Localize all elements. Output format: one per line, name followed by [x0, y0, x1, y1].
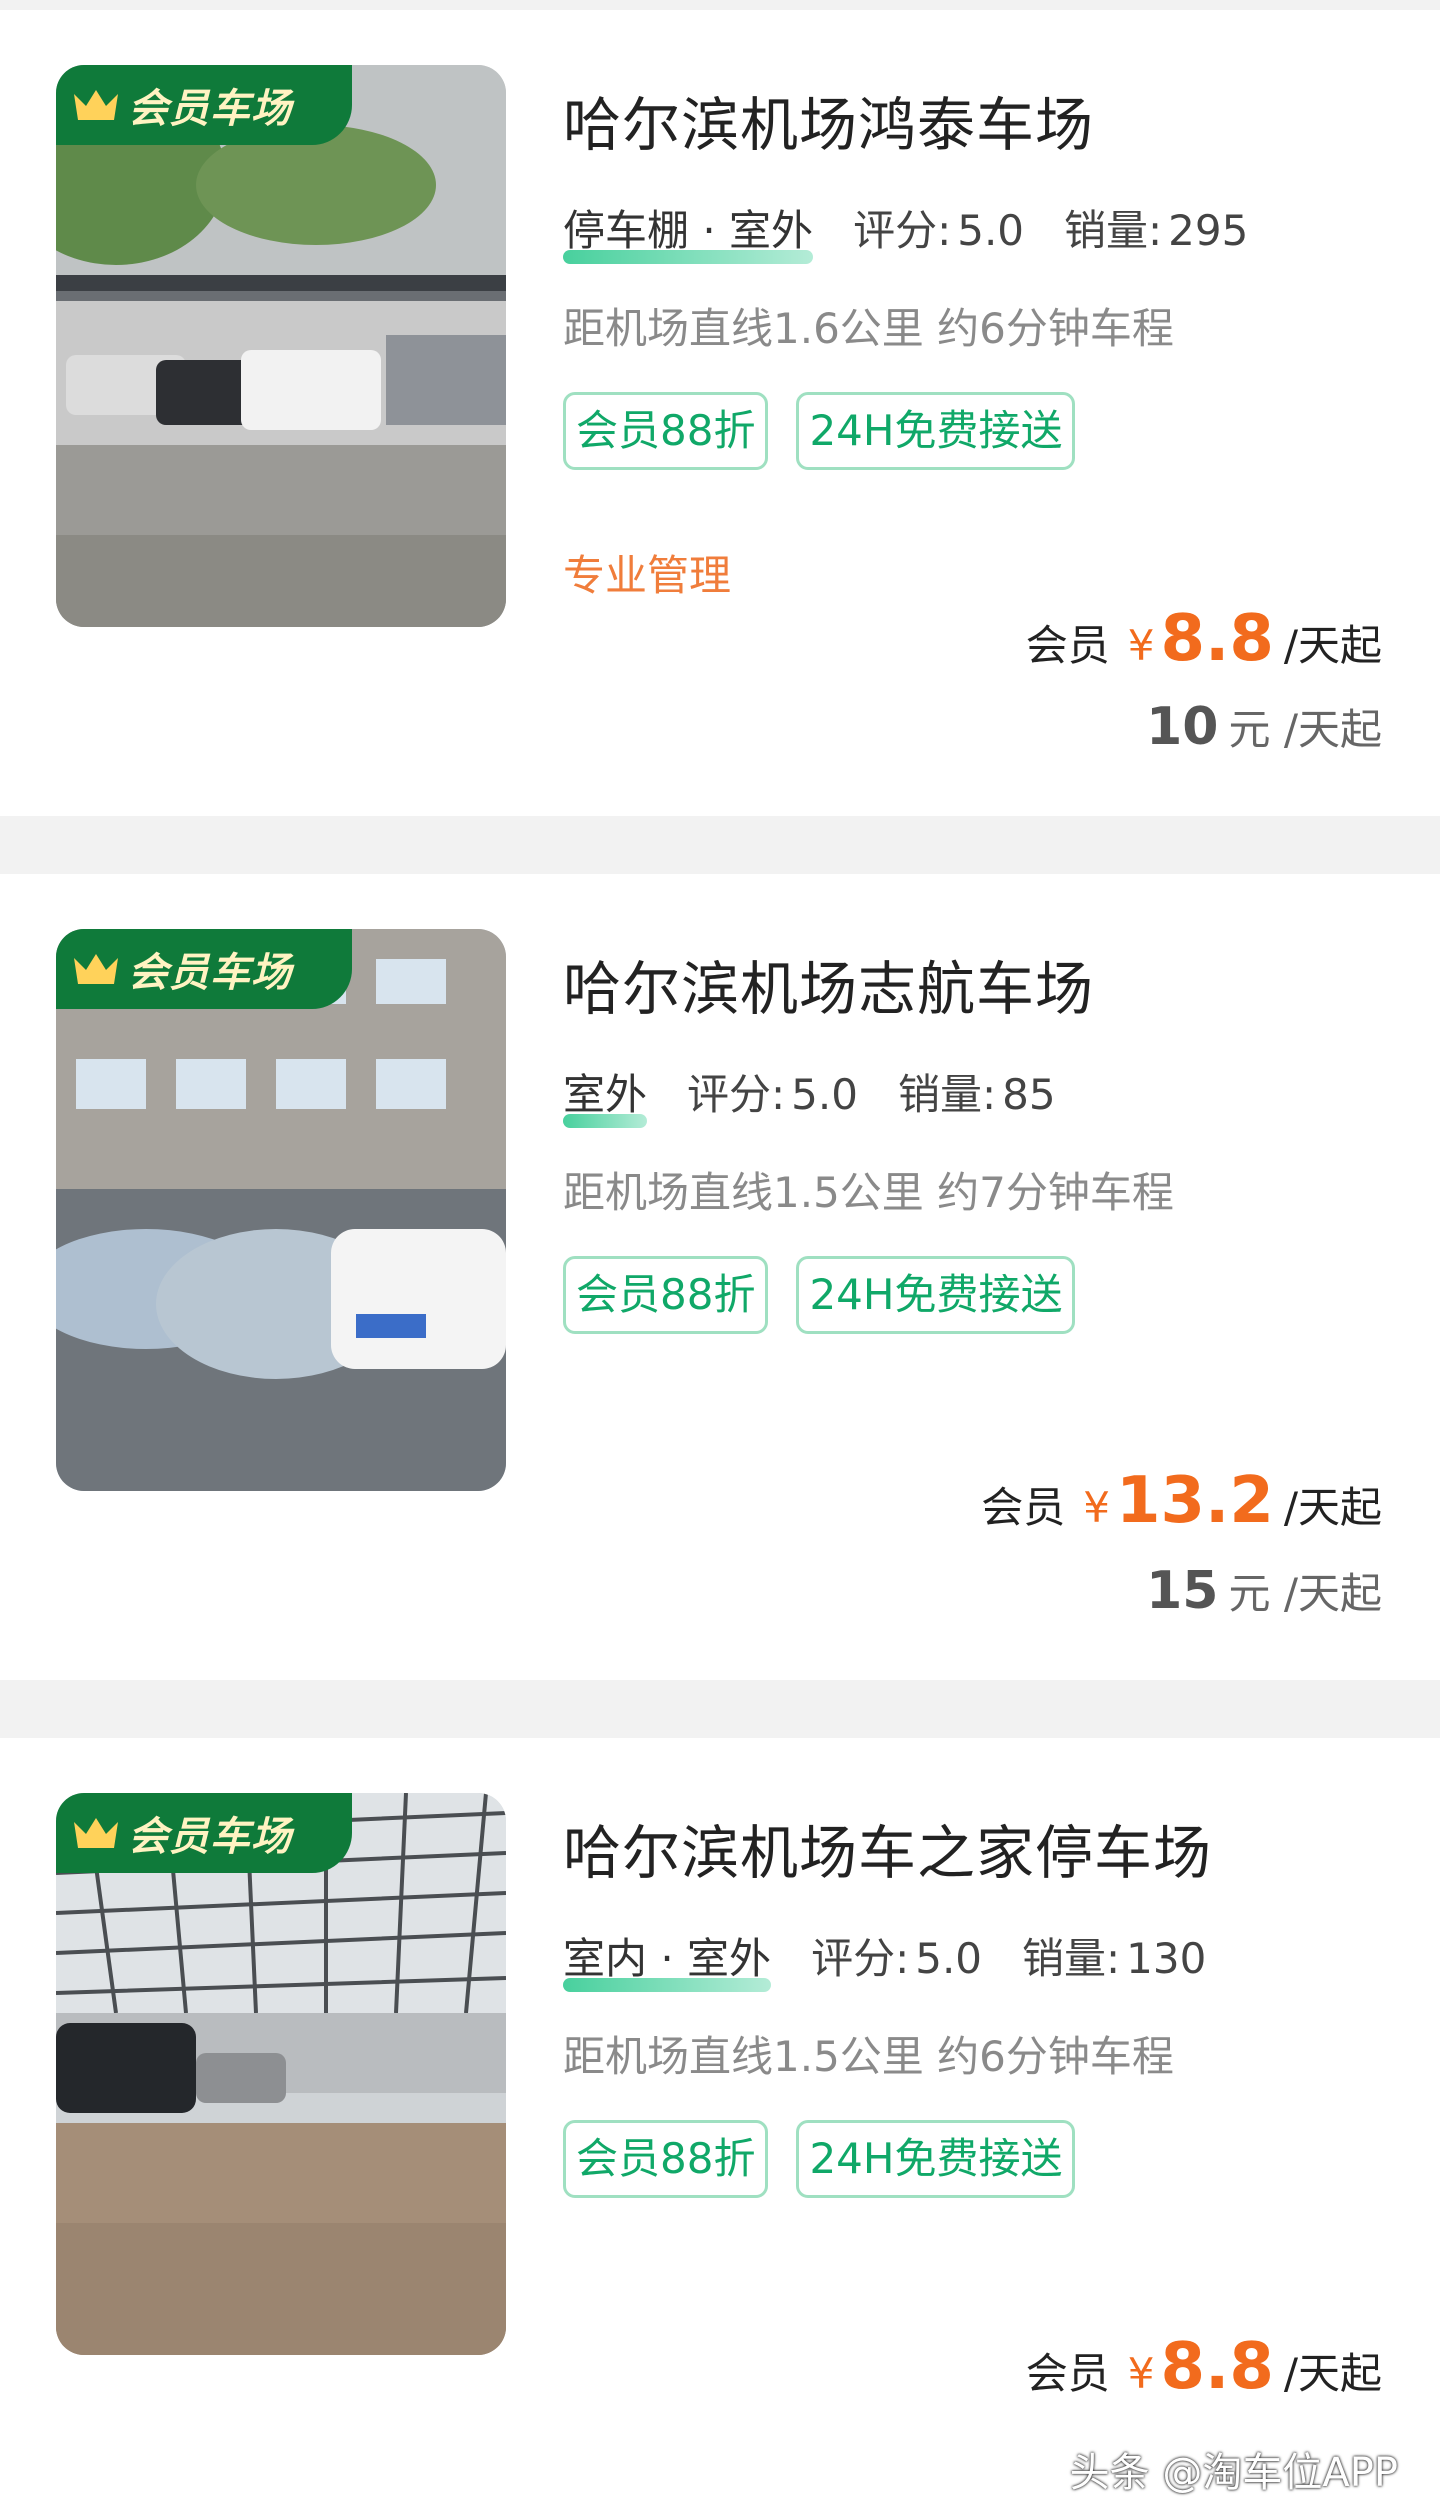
tag-list: 会员88折 24H免费接送 — [563, 2120, 1103, 2198]
lot-name: 哈尔滨机场鸿泰车场 — [563, 91, 1095, 159]
member-price-value: 13.2 — [1115, 1464, 1274, 1538]
watermark: 头条 @淘车位APP — [1069, 2450, 1398, 2496]
lot-photo-image — [56, 1793, 506, 2355]
lot-photo[interactable]: 会员车场 — [56, 929, 506, 1491]
rating-label: 评分: — [687, 1070, 786, 1119]
rating-label: 评分: — [853, 206, 952, 255]
tag-discount: 会员88折 — [563, 1256, 769, 1334]
original-price-value: 15 — [1146, 1561, 1219, 1621]
lot-meta: 停车棚 · 室外 评分: 5.0 销量: 295 — [563, 197, 1249, 264]
sales-value: 130 — [1126, 1934, 1207, 1983]
price-unit: /天起 — [1283, 1483, 1382, 1532]
sales-value: 85 — [1002, 1070, 1056, 1119]
tag-shuttle: 24H免费接送 — [796, 1256, 1076, 1334]
crown-icon — [74, 954, 118, 984]
tag-discount: 会员88折 — [563, 392, 769, 470]
currency-symbol: ¥ — [1127, 621, 1155, 670]
price-unit: /天起 — [1283, 2349, 1382, 2398]
lot-meta: 室外 评分: 5.0 销量: 85 — [563, 1061, 1056, 1128]
member-price-value: 8.8 — [1160, 602, 1274, 676]
parking-lot-card[interactable]: 会员车场 哈尔滨机场车之家停车场 室内 · 室外 评分: 5.0 销量: 130… — [0, 1738, 1440, 2513]
member-lot-badge: 会员车场 — [56, 65, 352, 145]
lot-name: 哈尔滨机场志航车场 — [563, 955, 1095, 1023]
member-price-label: 会员 — [1025, 621, 1110, 670]
tag-list: 会员88折 24H免费接送 — [563, 392, 1103, 470]
original-price-value: 10 — [1146, 697, 1219, 757]
original-price-unit: 元 /天起 — [1228, 705, 1382, 754]
currency-symbol: ¥ — [1127, 2349, 1155, 2398]
member-price-value: 8.8 — [1160, 2330, 1274, 2404]
member-price-row: 会员 ¥ 8.8 /天起 — [1026, 602, 1382, 676]
sales-value: 295 — [1168, 206, 1249, 255]
tag-discount: 会员88折 — [563, 2120, 769, 2198]
tag-shuttle: 24H免费接送 — [796, 392, 1076, 470]
member-price-label: 会员 — [1025, 2349, 1110, 2398]
rating-value: 5.0 — [791, 1070, 858, 1119]
lot-photo-image — [56, 65, 506, 627]
member-price-row: 会员 ¥ 8.8 /天起 — [1026, 2330, 1382, 2404]
original-price-row: 10 元 /天起 — [1146, 696, 1382, 757]
lot-photo-image — [56, 929, 506, 1491]
lot-type: 室外 — [563, 1061, 648, 1128]
lot-name: 哈尔滨机场车之家停车场 — [563, 1819, 1213, 1887]
lot-type: 停车棚 · 室外 — [563, 197, 814, 264]
member-price-row: 会员 ¥ 13.2 /天起 — [981, 1464, 1382, 1538]
crown-icon — [74, 90, 118, 120]
rating-label: 评分: — [811, 1934, 910, 1983]
rating-value: 5.0 — [957, 206, 1025, 255]
currency-symbol: ¥ — [1083, 1483, 1110, 1532]
tag-list: 会员88折 24H免费接送 — [563, 1256, 1103, 1334]
parking-lot-card[interactable]: 会员车场 哈尔滨机场志航车场 室外 评分: 5.0 销量: 85 距机场直线1.… — [0, 874, 1440, 1680]
parking-lot-card[interactable]: 会员车场 哈尔滨机场鸿泰车场 停车棚 · 室外 评分: 5.0 销量: 295 … — [0, 10, 1440, 816]
original-price-row: 15 元 /天起 — [1146, 1560, 1382, 1621]
member-lot-badge-text: 会员车场 — [128, 950, 292, 996]
lot-type: 室内 · 室外 — [563, 1925, 772, 1992]
distance-info: 距机场直线1.5公里 约7分钟车程 — [563, 1168, 1174, 1217]
price-unit: /天起 — [1283, 621, 1382, 670]
lot-photo[interactable]: 会员车场 — [56, 1793, 506, 2355]
tag-shuttle: 24H免费接送 — [796, 2120, 1076, 2198]
member-price-label: 会员 — [981, 1483, 1066, 1532]
original-price-unit: 元 /天起 — [1228, 1569, 1382, 1618]
crown-icon — [74, 1818, 118, 1848]
member-lot-badge: 会员车场 — [56, 1793, 352, 1873]
lot-meta: 室内 · 室外 评分: 5.0 销量: 130 — [563, 1925, 1207, 1992]
member-lot-badge: 会员车场 — [56, 929, 352, 1009]
sales-label: 销量: — [1064, 206, 1163, 255]
sales-label: 销量: — [897, 1070, 997, 1119]
distance-info: 距机场直线1.6公里 约6分钟车程 — [563, 304, 1174, 353]
rating-value: 5.0 — [915, 1934, 983, 1983]
lot-photo[interactable]: 会员车场 — [56, 65, 506, 627]
sales-label: 销量: — [1022, 1934, 1121, 1983]
distance-info: 距机场直线1.5公里 约6分钟车程 — [563, 2032, 1174, 2081]
member-lot-badge-text: 会员车场 — [128, 1814, 292, 1860]
extra-feature: 专业管理 — [563, 551, 732, 600]
member-lot-badge-text: 会员车场 — [128, 86, 292, 132]
